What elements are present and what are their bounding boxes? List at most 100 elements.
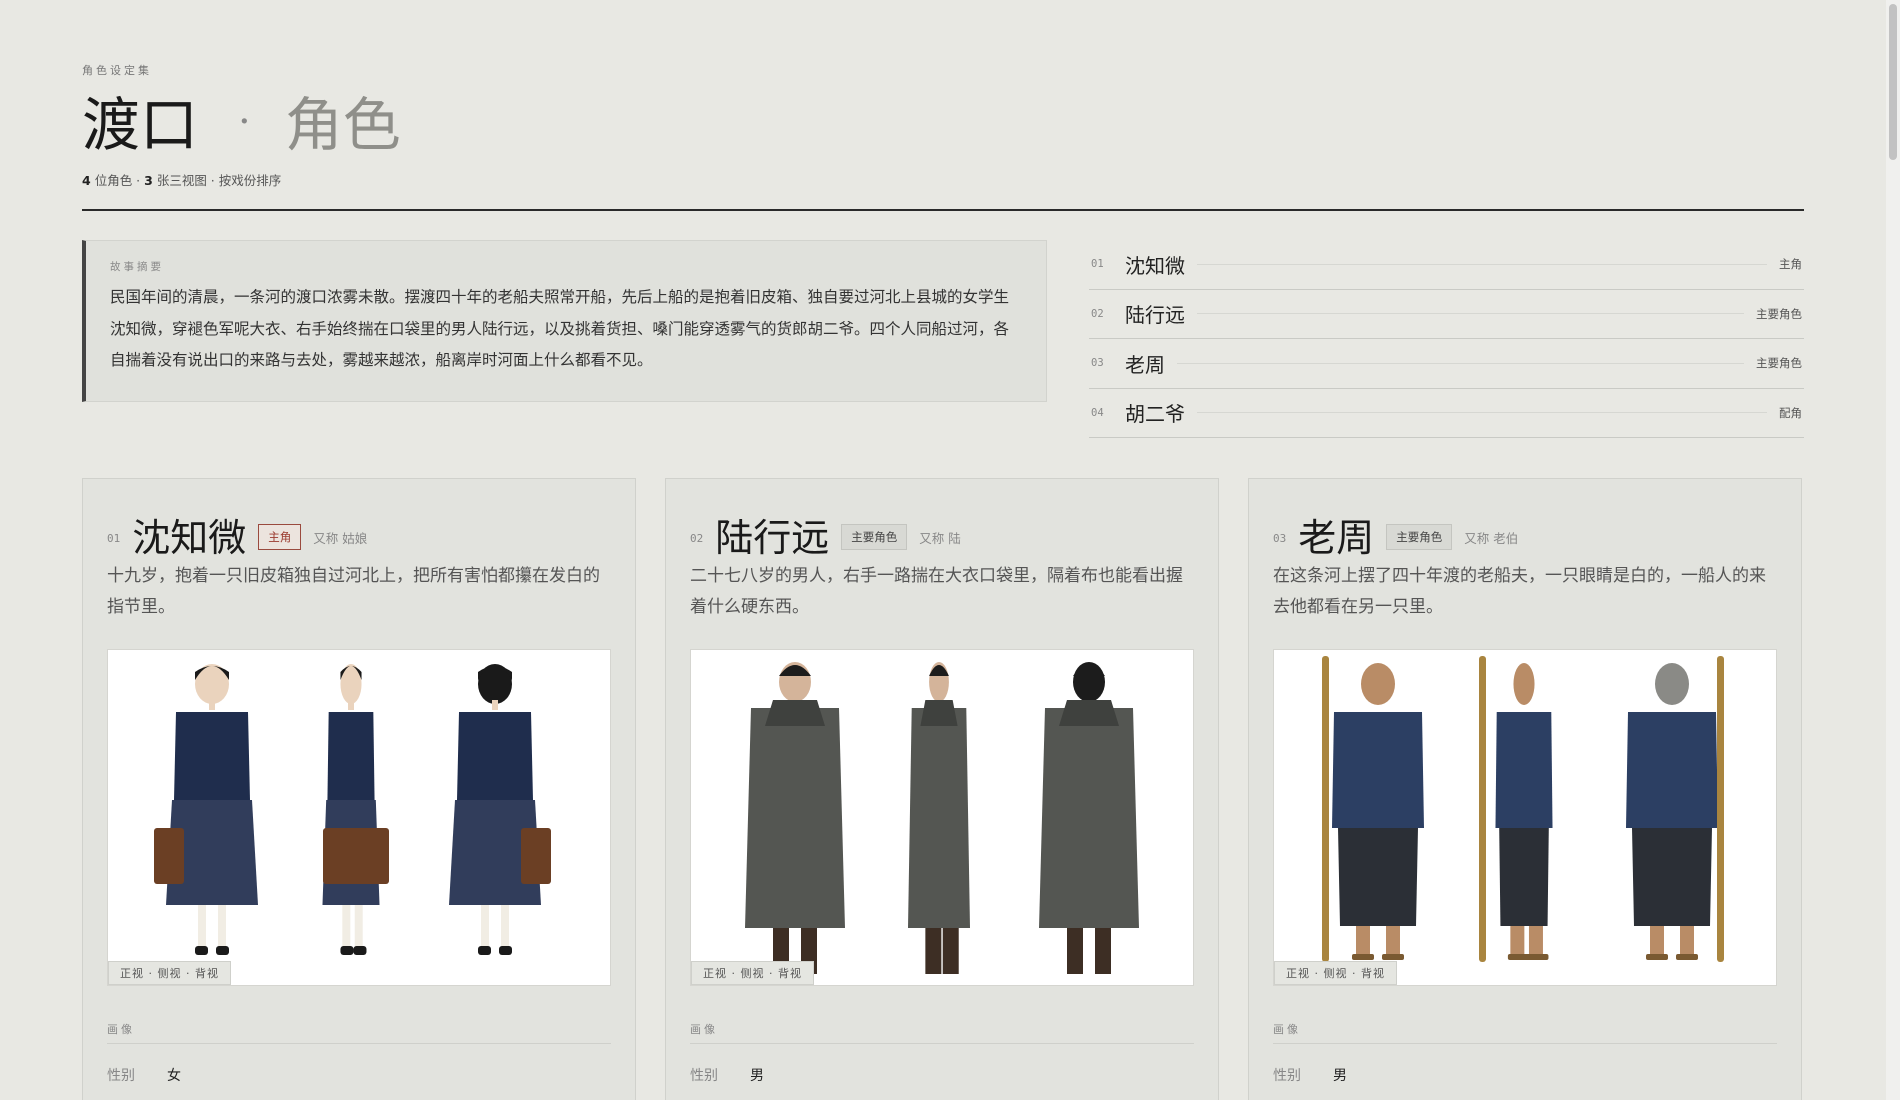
roster-item[interactable]: 02 陆行远 主要角色 [1089, 290, 1804, 339]
roster-number: 01 [1091, 258, 1104, 271]
card-name: 沈知微 [132, 515, 247, 560]
roster-leader-line [1197, 412, 1767, 414]
section-heading: 画像 [1273, 1021, 1777, 1044]
sock-right [218, 905, 226, 947]
attribute-value: 男 [1333, 1068, 1347, 1084]
figure-side [1479, 656, 1553, 962]
character-card[interactable]: 02 陆行远 主要角色 又称 陆 二十七八岁的男人，右手一路揣在大衣口袋里，隔着… [665, 478, 1219, 1100]
character-card[interactable]: 03 老周 主要角色 又称 老伯 在这条河上摆了四十年渡的老船夫，一只眼睛是白的… [1248, 478, 1802, 1100]
bamboo-pole [1322, 656, 1329, 962]
turnaround-illustration [745, 662, 1139, 974]
sock-right [501, 905, 509, 947]
attribute-key: 性别 [1273, 1068, 1301, 1084]
roster-leader-line [1197, 313, 1744, 315]
boot-left [925, 928, 942, 974]
trousers [1338, 828, 1418, 926]
turnaround-illustration [154, 664, 551, 955]
boot-right [1095, 928, 1111, 974]
shoe-right [216, 946, 229, 955]
turnaround-sheet[interactable]: 正视 · 侧视 · 背视 [107, 649, 611, 986]
hair [779, 665, 811, 676]
boot-right [942, 928, 959, 974]
roster-item[interactable]: 01 沈知微 主角 [1089, 240, 1804, 290]
shoe-left [478, 946, 491, 955]
sandal-left [1646, 954, 1668, 960]
card-alias: 又称 陆 [919, 530, 961, 546]
collar [920, 700, 958, 726]
views-label: 正视 · 侧视 · 背视 [691, 961, 814, 985]
shoe-right [353, 946, 367, 955]
figure-side [908, 662, 970, 974]
figure-front [745, 662, 845, 974]
roster-role: 配角 [1779, 405, 1802, 420]
head [1361, 663, 1395, 705]
roster-leader-line [1197, 263, 1767, 265]
roster-item[interactable]: 04 胡二爷 配角 [1089, 389, 1804, 438]
meta-count-characters: 4 [82, 173, 91, 188]
card-description: 二十七八岁的男人，右手一路揣在大衣口袋里，隔着布也能看出握着什么硬东西。 [690, 566, 1183, 617]
role-badge: 主角 [258, 524, 302, 550]
card-name: 老周 [1298, 515, 1375, 560]
sock-left [481, 905, 489, 947]
views-label: 正视 · 侧视 · 背视 [1274, 961, 1397, 985]
page-scrollbar[interactable] [1886, 0, 1900, 1100]
blouse [457, 712, 533, 800]
neck [209, 700, 215, 710]
leg-right [1386, 926, 1400, 956]
sock-left [198, 905, 206, 947]
sock-left [342, 905, 351, 947]
page-meta: 4 位角色 · 3 张三视图 · 按戏份排序 [82, 170, 281, 189]
card-header: 02 陆行远 主要角色 又称 陆 [690, 509, 1198, 560]
title-separator: · [238, 99, 251, 145]
meta-count-sheets: 3 [144, 173, 153, 188]
card-name: 陆行远 [715, 515, 830, 560]
sandal-right [1676, 954, 1698, 960]
card-description: 十九岁，抱着一只旧皮箱独自过河北上，把所有害怕都攥在发白的指节里。 [107, 566, 600, 617]
character-card[interactable]: 01 沈知微 主角 又称 姑娘 十九岁，抱着一只旧皮箱独自过河北上，把所有害怕都… [82, 478, 636, 1100]
attribute-key: 性别 [690, 1068, 718, 1084]
section-heading: 画像 [107, 1021, 611, 1044]
attribute-key: 性别 [107, 1068, 135, 1084]
shoe-right [499, 946, 512, 955]
roster-role: 主要角色 [1756, 306, 1802, 321]
head [1655, 663, 1689, 705]
leg-left [1650, 926, 1664, 956]
page-kicker: 角色设定集 [82, 64, 152, 77]
roster-leader-line [1177, 362, 1744, 364]
synopsis-label: 故事摘要 [110, 261, 164, 273]
card-number: 02 [690, 531, 704, 545]
figure-back [449, 664, 551, 955]
trousers [1632, 828, 1712, 926]
roster-number: 04 [1091, 406, 1104, 419]
views-label: 正视 · 侧视 · 背视 [108, 961, 231, 985]
title-main: 渡口 [82, 91, 199, 159]
collar [765, 700, 825, 726]
roster-role: 主要角色 [1756, 356, 1802, 371]
figure-front [154, 664, 258, 955]
header-divider [82, 209, 1804, 211]
scrollbar-thumb[interactable] [1889, 4, 1897, 160]
neck [492, 700, 498, 710]
turnaround-sheet[interactable]: 正视 · 侧视 · 背视 [690, 649, 1194, 986]
overcoat [908, 708, 970, 928]
boot-left [1067, 928, 1083, 974]
sandal-left [1352, 954, 1374, 960]
hair [929, 665, 949, 676]
attribute-row: 性别 女 [107, 1065, 181, 1085]
leg-left [1510, 926, 1525, 956]
shoe-left [340, 946, 354, 955]
blouse [327, 712, 375, 800]
card-number: 01 [107, 531, 121, 545]
roster-item[interactable]: 03 老周 主要角色 [1089, 339, 1804, 389]
card-description: 在这条河上摆了四十年渡的老船夫，一只眼睛是白的，一船人的来去他都看在另一只里。 [1273, 566, 1766, 617]
card-header: 01 沈知微 主角 又称 姑娘 [107, 509, 615, 560]
card-number: 03 [1273, 531, 1287, 545]
overcoat [1039, 708, 1139, 928]
synopsis-panel: 故事摘要 民国年间的清晨，一条河的渡口浓雾未散。摆渡四十年的老船夫照常开船，先后… [82, 240, 1047, 402]
figure-side [322, 664, 389, 955]
section-heading: 画像 [690, 1021, 1194, 1044]
trousers [1499, 828, 1549, 926]
turnaround-sheet[interactable]: 正视 · 侧视 · 背视 [1273, 649, 1777, 986]
attribute-row: 性别 男 [1273, 1065, 1347, 1085]
card-alias: 又称 姑娘 [313, 530, 368, 546]
